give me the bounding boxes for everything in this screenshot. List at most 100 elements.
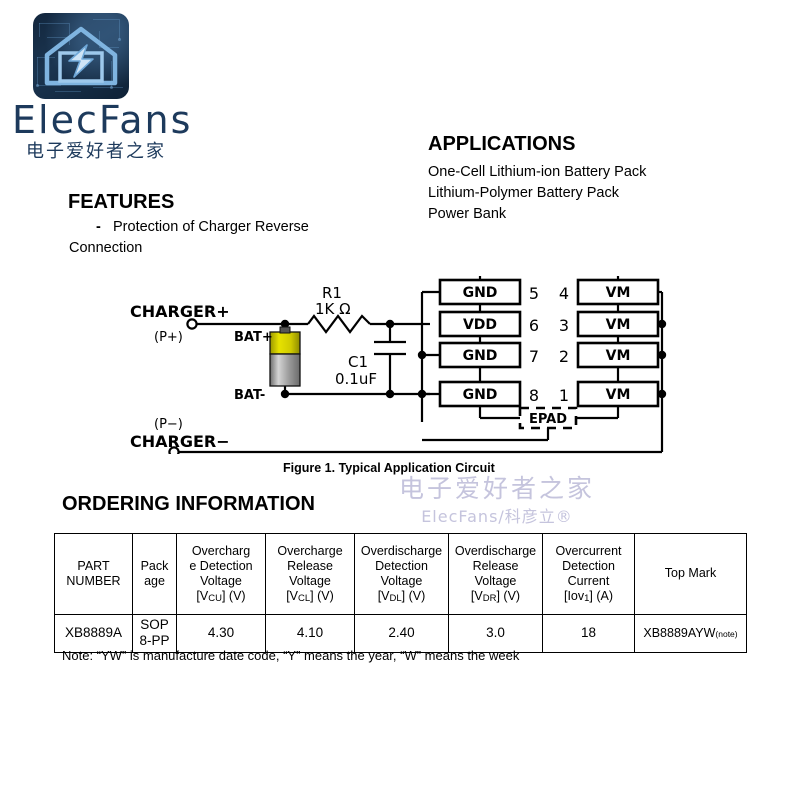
svg-text:VM: VM bbox=[606, 285, 631, 301]
pin-box-8: GND 8 bbox=[438, 380, 539, 408]
col-header-overdischarge-detection-voltage: Overdischarge Detection Voltage [VDL] (V… bbox=[354, 533, 449, 615]
pin-box-4: VM 4 bbox=[559, 278, 660, 306]
hdr-sym: V bbox=[381, 589, 390, 604]
ic-right-pins: VM 4 VM 3 VM 2 VM 1 bbox=[559, 278, 660, 408]
hdr-txt: Overcurrent bbox=[555, 543, 622, 558]
top-mark-text: XB8889AYW bbox=[643, 625, 716, 640]
label-bat-minus: BAT- bbox=[234, 388, 265, 403]
pin-box-2: VM 2 bbox=[559, 341, 660, 369]
hdr-unit: (V) bbox=[225, 589, 246, 604]
logo-subtitle: 电子爱好者之家 bbox=[26, 141, 166, 162]
table-note: Note: “YW” is manufacture date code, “Y”… bbox=[62, 648, 520, 663]
col-header-overcharge-detection-voltage: Overcharg e Detection Voltage [VCU] (V) bbox=[176, 533, 266, 615]
hdr-unit: (V) bbox=[405, 589, 426, 604]
applications-heading: APPLICATIONS bbox=[428, 133, 576, 155]
pkg-line: 8-PP bbox=[139, 633, 170, 649]
house-outline-icon bbox=[44, 26, 118, 86]
svg-text:4: 4 bbox=[559, 284, 569, 303]
cell-part-number: XB8889A bbox=[54, 614, 133, 653]
hdr-txt: Overcharg bbox=[191, 543, 251, 558]
svg-text:VM: VM bbox=[606, 387, 631, 403]
watermark: 电子爱好者之家 ElecFans/科彦立® bbox=[392, 474, 602, 527]
col-header-overdischarge-release-voltage: Overdischarge Release Voltage [VDR] (V) bbox=[448, 533, 543, 615]
label-c1-value: 0.1uF bbox=[335, 370, 377, 388]
hdr-sub: DL bbox=[389, 593, 402, 605]
hdr-txt: NUMBER bbox=[66, 574, 121, 588]
svg-text:2: 2 bbox=[559, 347, 569, 366]
svg-text:VM: VM bbox=[606, 317, 631, 333]
col-header-package: Pack age bbox=[132, 533, 177, 615]
svg-text:GND: GND bbox=[463, 285, 498, 301]
house-lightning-logo-icon bbox=[33, 13, 129, 99]
svg-text:1: 1 bbox=[559, 386, 569, 405]
svg-text:VDD: VDD bbox=[463, 317, 497, 333]
logo-wordmark: ElecFans bbox=[12, 98, 193, 142]
elecfans-logo: ElecFans 电子爱好者之家 bbox=[10, 10, 193, 162]
cell-top-mark: XB8889AYW(note) bbox=[634, 614, 747, 653]
svg-text:GND: GND bbox=[463, 387, 498, 403]
hdr-sym: Iov bbox=[567, 589, 585, 604]
features-bullet-dash: - bbox=[96, 219, 101, 235]
hdr-sub: CL bbox=[298, 593, 311, 605]
features-item-line2: Connection bbox=[69, 240, 143, 256]
applications-item-2: Power Bank bbox=[428, 206, 507, 222]
hdr-txt: age bbox=[144, 574, 165, 588]
svg-text:8: 8 bbox=[529, 386, 539, 405]
watermark-cn: 电子爱好者之家 bbox=[398, 474, 595, 503]
ic-left-pins: GND 5 VDD 6 GND 7 GND 8 bbox=[438, 278, 539, 408]
pin-box-7: GND 7 bbox=[438, 341, 539, 369]
col-header-top-mark: Top Mark bbox=[634, 533, 747, 615]
epad-box: EPAD bbox=[518, 406, 578, 430]
label-charger-plus: CHARGER+ bbox=[130, 302, 230, 321]
hdr-sub: DR bbox=[482, 593, 497, 605]
hdr-txt: Pack bbox=[140, 558, 169, 573]
features-heading: FEATURES bbox=[68, 191, 175, 213]
hdr-txt: Release bbox=[472, 558, 519, 573]
cell-overcharge-detection-voltage: 4.30 bbox=[176, 614, 266, 653]
svg-text:VM: VM bbox=[606, 348, 631, 364]
hdr-unit: (V) bbox=[313, 589, 334, 604]
table-header-row: PART NUMBER Pack age Overcharg e Detecti… bbox=[54, 533, 747, 615]
hdr-sym: V bbox=[199, 589, 209, 604]
svg-text:6: 6 bbox=[529, 316, 539, 335]
hdr-sub: 1 bbox=[584, 593, 590, 605]
top-mark-note: (note) bbox=[715, 628, 738, 639]
hdr-txt: Release bbox=[287, 558, 333, 573]
applications-item-1: Lithium-Polymer Battery Pack bbox=[428, 185, 619, 201]
col-header-part-number: PART NUMBER bbox=[54, 533, 133, 615]
hdr-txt: Voltage bbox=[289, 574, 331, 588]
battery-symbol bbox=[269, 326, 301, 387]
hdr-txt: Current bbox=[567, 574, 610, 588]
svg-text:5: 5 bbox=[529, 284, 539, 303]
cell-overcurrent-detection-current: 18 bbox=[542, 614, 635, 653]
hdr-txt: Voltage bbox=[200, 574, 242, 588]
ordering-information-table: PART NUMBER Pack age Overcharg e Detecti… bbox=[54, 533, 747, 653]
application-circuit-diagram: GND 5 VDD 6 GND 7 GND 8 VM 4 VM 3 VM 2 V… bbox=[130, 276, 667, 454]
svg-text:GND: GND bbox=[463, 348, 498, 364]
label-c1-name: C1 bbox=[348, 353, 368, 371]
hdr-txt: Detection bbox=[562, 558, 615, 573]
col-header-overcurrent-detection-current: Overcurrent Detection Current [Iov1] (A) bbox=[542, 533, 635, 615]
hdr-txt: Voltage bbox=[474, 574, 517, 588]
pin-box-6: VDD 6 bbox=[438, 310, 539, 338]
label-r1-value: 1K Ω bbox=[315, 300, 351, 318]
cell-overdischarge-detection-voltage: 2.40 bbox=[354, 614, 449, 653]
hdr-txt: e Detection bbox=[189, 558, 253, 573]
cell-overdischarge-release-voltage: 3.0 bbox=[448, 614, 543, 653]
svg-text:7: 7 bbox=[529, 347, 539, 366]
pin-box-1: VM 1 bbox=[559, 380, 660, 408]
svg-text:EPAD: EPAD bbox=[529, 412, 567, 427]
applications-item-0: One-Cell Lithium-ion Battery Pack bbox=[428, 164, 647, 180]
label-charger-minus: CHARGER− bbox=[130, 432, 230, 451]
hdr-unit: (V) bbox=[499, 589, 521, 604]
ordering-information-heading: ORDERING INFORMATION bbox=[62, 493, 315, 515]
datasheet-page: ElecFans 电子爱好者之家 APPLICATIONS One-Cell L… bbox=[0, 0, 800, 800]
hdr-txt: Detection bbox=[375, 558, 428, 573]
pkg-line: SOP bbox=[140, 617, 169, 632]
figure-caption: Figure 1. Typical Application Circuit bbox=[283, 461, 495, 475]
label-p-plus: (P+) bbox=[154, 330, 183, 345]
cell-overcharge-release-voltage: 4.10 bbox=[265, 614, 355, 653]
watermark-en: ElecFans/科彦立® bbox=[421, 507, 573, 527]
label-p-minus: (P−) bbox=[154, 417, 183, 432]
col-header-overcharge-release-voltage: Overcharge Release Voltage [VCL] (V) bbox=[265, 533, 355, 615]
